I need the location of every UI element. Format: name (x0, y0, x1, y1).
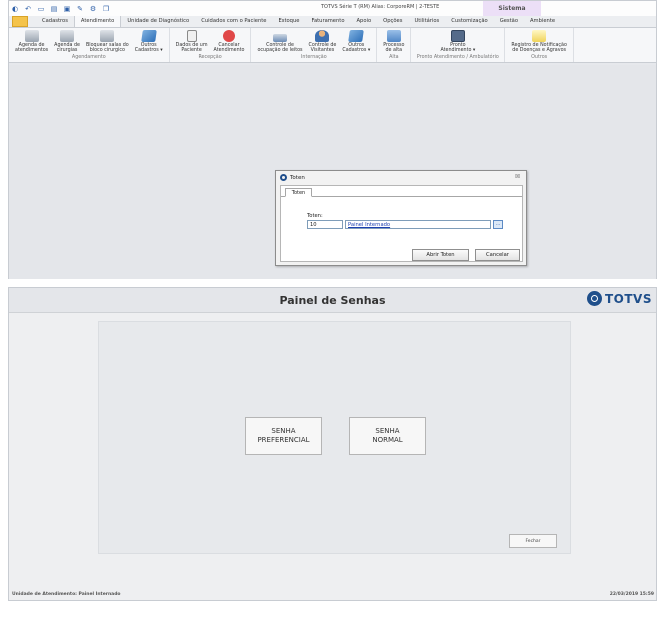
status-unit: Unidade de Atendimento: Painel Internado (12, 592, 121, 597)
calendar-icon (24, 30, 39, 42)
app-menu-button[interactable] (12, 16, 28, 27)
dialog-title-bar: Toten ☒ (276, 171, 526, 184)
group-title-alta: Alta (389, 55, 399, 60)
controle-visitantes-button[interactable]: Controle de Visitantes (306, 28, 340, 54)
notification-icon (532, 30, 547, 42)
registro-notificacao-button[interactable]: Registro de Notificação de Doenças e Agr… (508, 28, 570, 54)
controle-leitos-button[interactable]: Controle de ocupação de leitos (254, 28, 305, 54)
agenda-atendimentos-button[interactable]: Agenda de atendimentos (12, 28, 51, 54)
tab-opcoes[interactable]: Opções (377, 16, 408, 27)
tab-faturamento[interactable]: Faturamento (305, 16, 350, 27)
group-recepcao: Dados de um Paciente Cancelar Atendiment… (170, 28, 252, 62)
cancelar-atendimento-button[interactable]: Cancelar Atendimento (211, 28, 248, 54)
group-title-outros: Outros (531, 55, 548, 60)
logo-text: TOTVS (604, 291, 652, 306)
dados-paciente-button[interactable]: Dados de um Paciente (173, 28, 211, 54)
outros-cadastros-internacao-button[interactable]: Outros Cadastros ▾ (339, 28, 373, 54)
settings-icon[interactable]: ⚙ (89, 5, 97, 13)
tab-gestao[interactable]: Gestão (494, 16, 524, 27)
document-icon (186, 30, 197, 42)
totvs-logo-icon (280, 174, 287, 181)
panel-content: SENHA PREFERENCIAL SENHA NORMAL Fechar (98, 321, 571, 554)
cancel-button[interactable]: Cancelar (475, 249, 520, 261)
toten-dialog: Toten ☒ Toten Toten: 10 Painel Internado… (275, 170, 527, 266)
group-alta: Processo de alta Alta (377, 28, 412, 62)
group-title-internacao: Internação (301, 55, 327, 60)
tab-atendimento[interactable]: Atendimento (73, 15, 122, 27)
tab-estoque[interactable]: Estoque (272, 16, 305, 27)
pin-icon[interactable]: ✎ (76, 5, 84, 13)
page-title: Painel de Senhas (279, 294, 386, 307)
cube-icon (348, 30, 365, 42)
tab-unidade-diagnostico[interactable]: Unidade de Diagnóstico (121, 16, 195, 27)
group-internacao: Controle de ocupação de leitos Controle … (251, 28, 378, 62)
outros-cadastros-agendamento-button[interactable]: Outros Cadastros ▾ (132, 28, 166, 54)
tab-apoio[interactable]: Apoio (351, 16, 378, 27)
group-outros: Registro de Notificação de Doenças e Agr… (505, 28, 574, 62)
processo-alta-button[interactable]: Processo de alta (380, 28, 407, 54)
painel-senhas-window: Painel de Senhas TOTVS SENHA PREFERENCIA… (8, 287, 657, 601)
group-title-recepcao: Recepção (198, 55, 222, 60)
lookup-button[interactable]: ... (493, 220, 503, 229)
tab-ambiente[interactable]: Ambiente (524, 16, 561, 27)
totvs-logo: TOTVS (586, 291, 652, 306)
toten-label: Toten: (307, 213, 323, 219)
window-title: TOTVS Série T (RM) Alias: CorporeRM | 2-… (321, 4, 440, 10)
tab-customizacao[interactable]: Customização (445, 16, 493, 27)
bed-icon (273, 34, 287, 42)
fechar-button[interactable]: Fechar (509, 534, 557, 548)
layout-icon[interactable]: ▤ (50, 5, 58, 13)
surgery-icon (60, 30, 75, 42)
toten-description-field[interactable]: Painel Internado (345, 220, 491, 229)
discharge-icon (386, 30, 401, 42)
group-title-pronto-atendimento: Pronto Atendimento / Ambulatório (416, 55, 499, 60)
senha-normal-button[interactable]: SENHA NORMAL (349, 417, 426, 455)
back-icon[interactable]: ↶ (24, 5, 32, 13)
dialog-title: Toten (290, 174, 305, 181)
tab-divider (281, 196, 522, 197)
status-datetime: 22/03/2019 15:59 (609, 592, 654, 597)
agenda-cirurgias-button[interactable]: Agenda de cirurgias (51, 28, 83, 54)
quick-access-toolbar: ◐ ↶ ▭ ▤ ▣ ✎ ⚙ ❐ (9, 5, 110, 13)
ribbon-tabs: Cadastros Atendimento Unidade de Diagnós… (9, 15, 656, 28)
group-title-agendamento: Agendamento (71, 55, 106, 60)
group-agendamento: Agenda de atendimentos Agenda de cirurgi… (9, 28, 170, 62)
close-icon[interactable]: ☒ (515, 174, 520, 180)
bloquear-salas-button[interactable]: Bloquear salas do bloco cirurgico (83, 28, 132, 54)
copy-icon[interactable]: ❐ (102, 5, 110, 13)
toten-code-field[interactable]: 10 (307, 220, 343, 229)
status-bar: Unidade de Atendimento: Painel Internado… (9, 590, 656, 600)
visitor-icon (315, 30, 330, 42)
cancel-icon (222, 30, 235, 42)
group-pronto-atendimento: Pronto Atendimento ▾ Pronto Atendimento … (411, 28, 506, 62)
tab-cuidados-paciente[interactable]: Cuidados com o Paciente (195, 16, 272, 27)
totvs-mark-icon (586, 291, 602, 306)
tab-cadastros[interactable]: Cadastros (36, 16, 74, 27)
tab-toten[interactable]: Toten (285, 188, 312, 197)
ribbon: Agenda de atendimentos Agenda de cirurgi… (9, 28, 656, 63)
abrir-toten-button[interactable]: Abrir Toten (412, 249, 469, 261)
monitor-icon (450, 30, 465, 42)
dialog-body: Toten Toten: 10 Painel Internado ... Abr… (280, 185, 523, 262)
window-icon[interactable]: ▭ (37, 5, 45, 13)
cube-icon (140, 30, 157, 42)
app-logo-icon[interactable]: ◐ (11, 5, 19, 13)
pronto-atendimento-button[interactable]: Pronto Atendimento ▾ (437, 28, 478, 54)
tab-utilitarios[interactable]: Utilitários (408, 16, 445, 27)
export-icon[interactable]: ▣ (63, 5, 71, 13)
senha-preferencial-button[interactable]: SENHA PREFERENCIAL (245, 417, 322, 455)
panel-header: Painel de Senhas TOTVS (9, 288, 656, 313)
lock-room-icon (100, 30, 115, 42)
title-bar: ◐ ↶ ▭ ▤ ▣ ✎ ⚙ ❐ TOTVS Série T (RM) Alias… (9, 1, 656, 16)
sistema-tab[interactable]: Sistema (483, 1, 541, 16)
